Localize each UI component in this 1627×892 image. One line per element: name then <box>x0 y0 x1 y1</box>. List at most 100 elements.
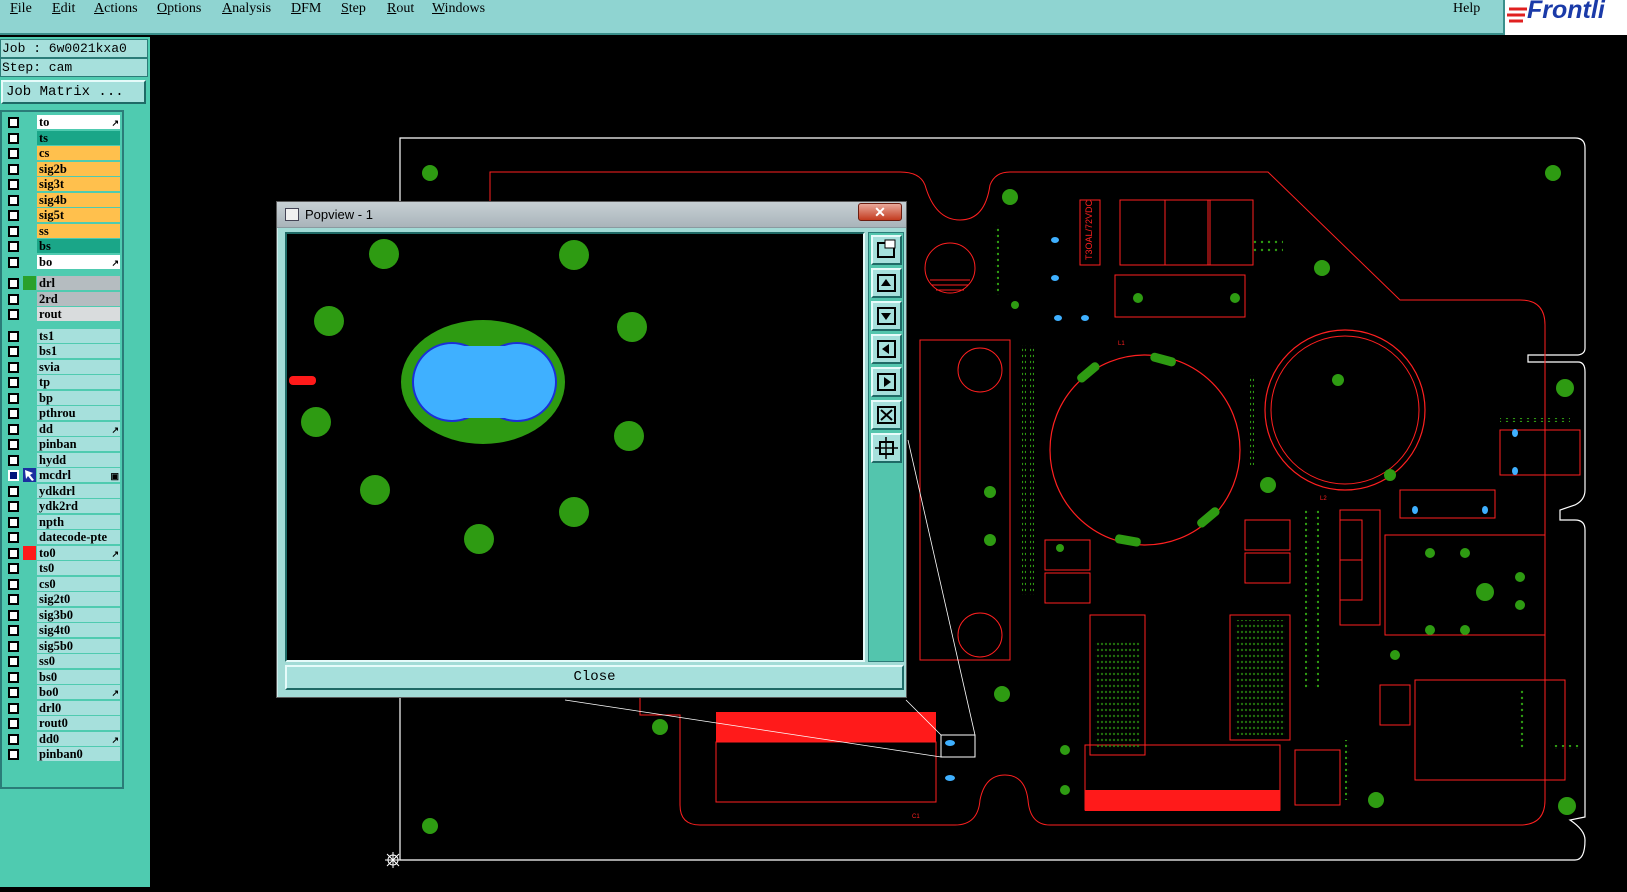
layer-name[interactable]: bs0 <box>37 669 120 684</box>
popview-titlebar[interactable]: Popview - 1 ✕ <box>277 202 906 228</box>
layer-checkbox[interactable] <box>8 241 19 252</box>
layer-checkbox[interactable] <box>8 225 19 237</box>
layer-checkbox[interactable] <box>8 547 19 559</box>
job-matrix-button[interactable]: Job Matrix ... <box>1 80 146 104</box>
layer-row-ts[interactable]: ts <box>4 130 120 146</box>
layer-row-drl0[interactable]: drl0 <box>4 700 120 716</box>
layer-name[interactable]: drl0 <box>37 700 120 715</box>
layer-row-2rd[interactable]: 2rd <box>4 291 120 307</box>
layer-row-sig3t[interactable]: sig3t <box>4 176 120 192</box>
layer-row-to[interactable]: to ↗ <box>4 114 120 130</box>
layer-row-pthrou[interactable]: pthrou <box>4 405 120 421</box>
layer-checkbox[interactable] <box>8 516 19 528</box>
layer-name[interactable]: svia <box>37 359 120 374</box>
layer-checkbox[interactable] <box>8 609 19 621</box>
layer-name[interactable]: datecode-pte <box>37 530 120 544</box>
layer-checkbox[interactable] <box>8 563 19 574</box>
layer-name[interactable]: drl <box>37 276 120 290</box>
zoom-fit-icon[interactable] <box>871 235 902 265</box>
layer-name[interactable]: dd0 ↗ <box>37 731 120 746</box>
layer-name[interactable]: bo ↗ <box>37 254 120 269</box>
layer-row-ts1[interactable]: ts1 <box>4 328 120 344</box>
layer-row-ydk2rd[interactable]: ydk2rd <box>4 498 120 514</box>
popview-close-button[interactable]: Close <box>285 665 904 690</box>
center-icon[interactable] <box>871 433 902 463</box>
layer-checkbox[interactable] <box>8 392 19 404</box>
layer-row-rout0[interactable]: rout0 <box>4 715 120 731</box>
layer-row-dd0[interactable]: dd0 ↗ <box>4 731 120 747</box>
layer-row-sig4b[interactable]: sig4b <box>4 192 120 208</box>
layer-checkbox[interactable] <box>8 148 19 159</box>
layer-name[interactable]: hydd <box>37 452 120 467</box>
layer-row-tp[interactable]: tp <box>4 374 120 390</box>
layer-row-ss0[interactable]: ss0 <box>4 653 120 669</box>
layer-checkbox[interactable] <box>8 470 19 481</box>
layer-name[interactable]: cs0 <box>37 576 120 591</box>
expand-icon[interactable] <box>871 400 902 430</box>
layer-checkbox[interactable] <box>8 163 19 175</box>
layer-checkbox[interactable] <box>8 454 19 466</box>
popview-close-icon[interactable]: ✕ <box>858 203 902 221</box>
layer-name[interactable]: rout <box>37 307 120 321</box>
layer-checkbox[interactable] <box>8 656 19 667</box>
layer-row-dd[interactable]: dd ↗ <box>4 421 120 437</box>
layer-row-ts0[interactable]: ts0 <box>4 560 120 576</box>
layer-row-ss[interactable]: ss <box>4 223 120 239</box>
layer-checkbox[interactable] <box>8 687 19 698</box>
layer-checkbox[interactable] <box>8 293 19 305</box>
layer-checkbox[interactable] <box>8 278 19 289</box>
layer-name[interactable]: sig5t <box>37 208 120 222</box>
layer-checkbox[interactable] <box>8 640 19 652</box>
layer-name[interactable]: sig3b0 <box>37 607 120 622</box>
layer-name[interactable]: ts <box>37 130 120 145</box>
layer-name[interactable]: pinban0 <box>37 747 120 761</box>
menu-windows[interactable]: Windows <box>432 0 485 18</box>
layer-row-pinban0[interactable]: pinban0 <box>4 746 120 762</box>
layer-name[interactable]: sig2t0 <box>37 592 120 606</box>
layer-row-cs[interactable]: cs <box>4 145 120 161</box>
layer-checkbox[interactable] <box>8 132 19 144</box>
layer-row-sig3b0[interactable]: sig3b0 <box>4 607 120 623</box>
layer-checkbox[interactable] <box>8 749 19 760</box>
layer-name[interactable]: ydkdrl <box>37 483 120 498</box>
layer-name[interactable]: cs <box>37 146 120 160</box>
layer-name[interactable]: ss0 <box>37 654 120 668</box>
layer-name[interactable]: bs1 <box>37 344 120 358</box>
layer-row-datecode-pte[interactable]: datecode-pte <box>4 529 120 545</box>
layer-checkbox[interactable] <box>8 578 19 590</box>
layer-checkbox[interactable] <box>8 671 19 683</box>
layer-name[interactable]: tp <box>37 375 120 389</box>
layer-row-bo[interactable]: bo ↗ <box>4 254 120 270</box>
layer-row-sig2b[interactable]: sig2b <box>4 161 120 177</box>
popview-graphics[interactable] <box>285 232 865 662</box>
layer-row-sig5b0[interactable]: sig5b0 <box>4 638 120 654</box>
pan-left-icon[interactable] <box>871 334 902 364</box>
layer-name[interactable]: sig4t0 <box>37 623 120 637</box>
layer-row-hydd[interactable]: hydd <box>4 452 120 468</box>
layer-checkbox[interactable] <box>8 702 19 714</box>
layer-name[interactable]: to ↗ <box>37 115 120 129</box>
layer-row-npth[interactable]: npth <box>4 514 120 530</box>
menu-options[interactable]: Options <box>157 0 201 18</box>
layer-checkbox[interactable] <box>8 309 19 320</box>
layer-checkbox[interactable] <box>8 532 19 543</box>
layer-name[interactable]: ts1 <box>37 328 120 343</box>
layer-name[interactable]: sig4b <box>37 192 120 207</box>
layer-checkbox[interactable] <box>8 501 19 512</box>
layer-name[interactable]: sig5b0 <box>37 638 120 653</box>
layer-name[interactable]: 2rd <box>37 291 120 306</box>
layer-row-bs1[interactable]: bs1 <box>4 343 120 359</box>
layer-name[interactable]: ss <box>37 223 120 238</box>
layer-name[interactable]: sig2b <box>37 161 120 176</box>
layer-checkbox[interactable] <box>8 377 19 388</box>
menu-rout[interactable]: Rout <box>387 0 414 18</box>
layer-name[interactable]: npth <box>37 514 120 529</box>
menu-edit[interactable]: Edit <box>52 0 75 18</box>
layer-row-pinban[interactable]: pinban <box>4 436 120 452</box>
layer-name[interactable]: bp <box>37 390 120 405</box>
menu-dfm[interactable]: DFM <box>291 0 321 18</box>
layer-name[interactable]: pthrou <box>37 406 120 420</box>
layer-row-sig4t0[interactable]: sig4t0 <box>4 622 120 638</box>
layer-checkbox[interactable] <box>8 423 19 435</box>
layer-checkbox[interactable] <box>8 485 19 497</box>
